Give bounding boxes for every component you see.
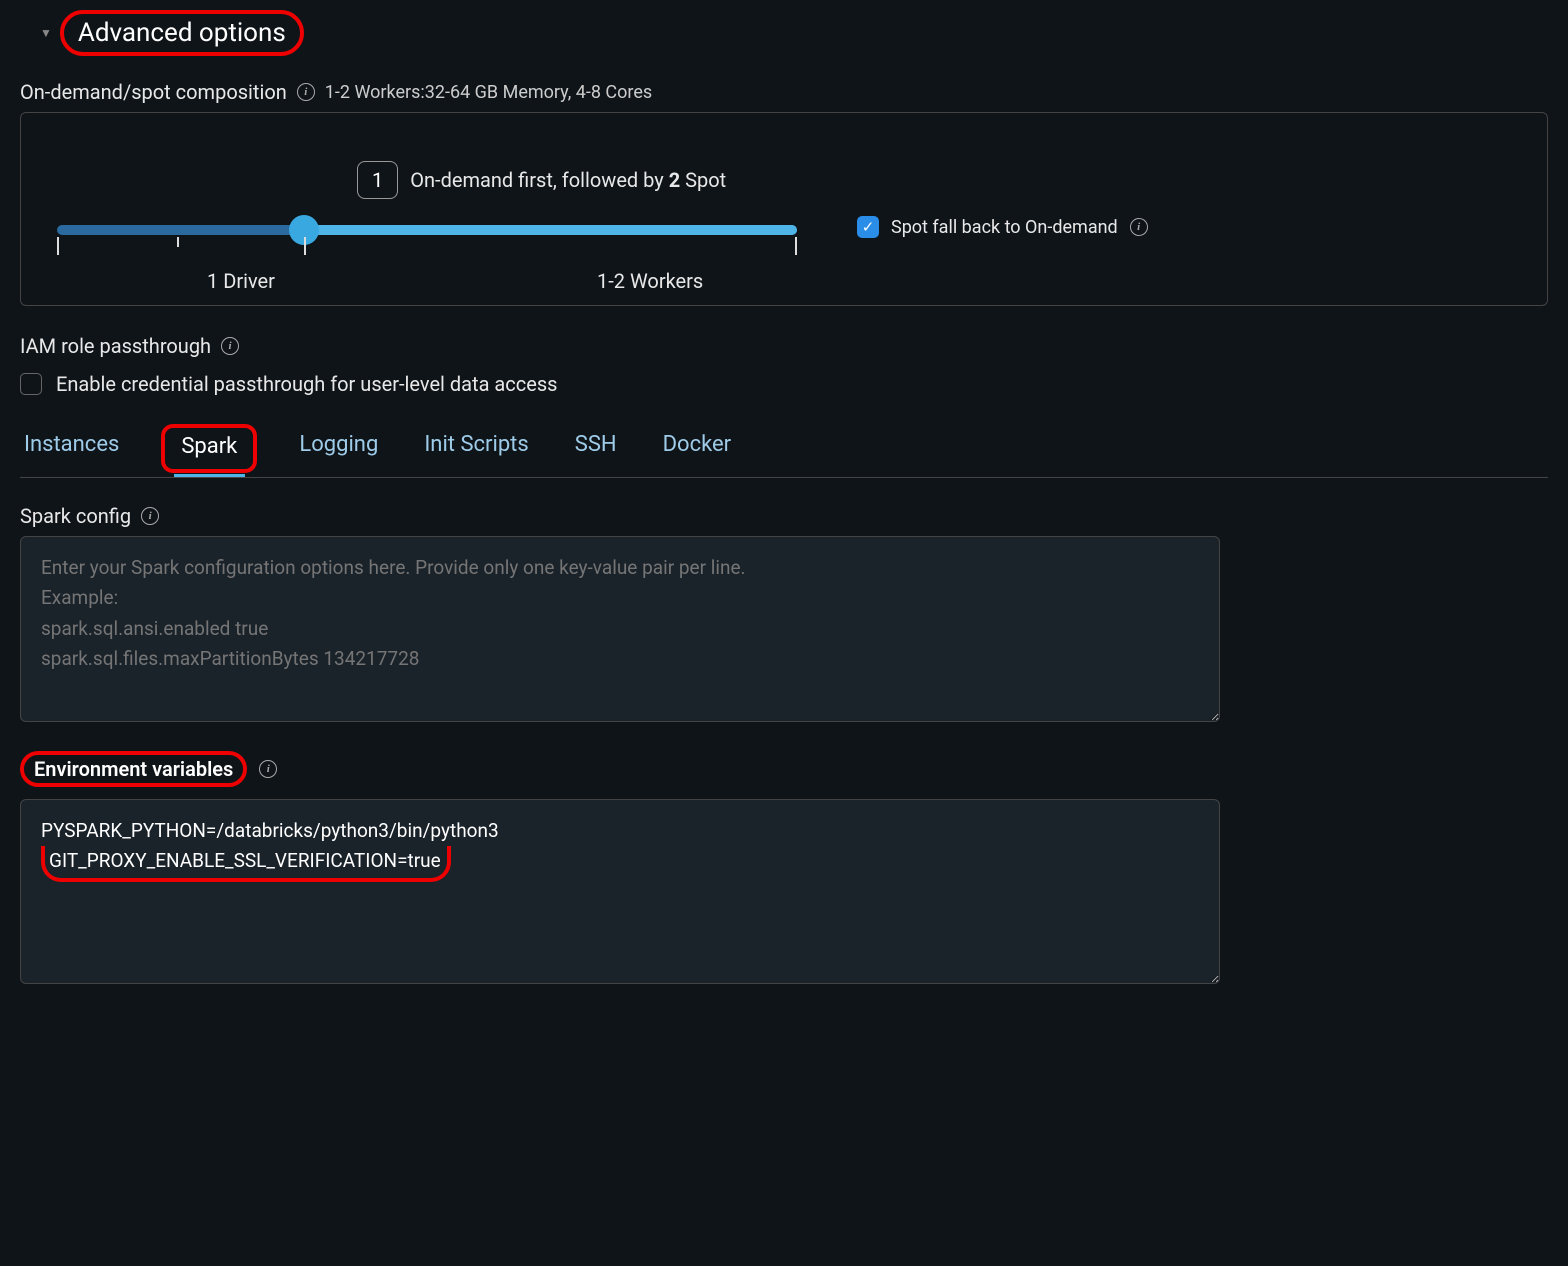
- tooltip-bold: 2: [669, 168, 680, 192]
- spark-config-textarea[interactable]: [20, 536, 1220, 722]
- spot-fallback-row: ✓ Spot fall back to On-demand i: [857, 216, 1148, 238]
- tooltip-prefix: On-demand first, followed by: [410, 168, 668, 192]
- workers-label: 1-2 Workers: [597, 269, 703, 293]
- iam-label-row: IAM role passthrough i: [20, 334, 1548, 358]
- iam-checkbox-row: Enable credential passthrough for user-l…: [20, 372, 1548, 396]
- iam-checkbox-label: Enable credential passthrough for user-l…: [56, 372, 557, 396]
- env-vars-label-row: Environment variables i: [20, 751, 277, 787]
- slider-track[interactable]: [57, 225, 797, 235]
- env-vars-label: Environment variables: [20, 751, 247, 787]
- slider-ticks: [57, 237, 797, 255]
- info-icon[interactable]: i: [221, 337, 239, 355]
- slider-value-box: 1: [357, 161, 398, 199]
- slider-area: 1 Driver 1-2 Workers: [57, 225, 797, 269]
- env-line-1: PYSPARK_PYTHON=/databricks/python3/bin/p…: [41, 816, 1199, 846]
- slider-fill: [297, 225, 797, 235]
- info-icon[interactable]: i: [1130, 218, 1148, 236]
- tab-init-scripts[interactable]: Init Scripts: [420, 424, 532, 477]
- composition-box: 1 On-demand first, followed by 2 Spot 1 …: [20, 112, 1548, 306]
- advanced-options-header[interactable]: ▼ Advanced options: [40, 10, 1548, 56]
- composition-summary: 1-2 Workers:32-64 GB Memory, 4-8 Cores: [325, 82, 652, 103]
- tab-docker[interactable]: Docker: [659, 424, 736, 477]
- slider-value-text: On-demand first, followed by 2 Spot: [410, 168, 726, 192]
- tooltip-suffix: Spot: [680, 168, 726, 192]
- env-highlight: GIT_PROXY_ENABLE_SSL_VERIFICATION=true: [41, 846, 451, 881]
- advanced-options-title: Advanced options: [60, 10, 304, 56]
- info-icon[interactable]: i: [297, 83, 315, 101]
- tab-spark[interactable]: Spark: [161, 424, 257, 473]
- spark-config-section: Spark config i: [20, 504, 1548, 727]
- info-icon[interactable]: i: [141, 507, 159, 525]
- tabs: Instances Spark Logging Init Scripts SSH…: [20, 424, 1548, 478]
- tab-logging[interactable]: Logging: [295, 424, 382, 477]
- env-vars-textarea[interactable]: PYSPARK_PYTHON=/databricks/python3/bin/p…: [20, 799, 1220, 984]
- chevron-down-icon: ▼: [40, 26, 52, 40]
- slider-row: 1 Driver 1-2 Workers ✓ Spot fall back to…: [57, 225, 1511, 269]
- composition-label-row: On-demand/spot composition i 1-2 Workers…: [20, 80, 1548, 104]
- spot-fallback-checkbox[interactable]: ✓: [857, 216, 879, 238]
- spark-config-label: Spark config: [20, 504, 131, 528]
- tab-ssh[interactable]: SSH: [571, 424, 621, 477]
- iam-section: IAM role passthrough i Enable credential…: [20, 334, 1548, 396]
- composition-label: On-demand/spot composition: [20, 80, 287, 104]
- driver-label: 1 Driver: [207, 269, 275, 293]
- iam-checkbox[interactable]: [20, 373, 42, 395]
- info-icon[interactable]: i: [259, 760, 277, 778]
- tab-instances[interactable]: Instances: [20, 424, 123, 477]
- slider-tooltip: 1 On-demand first, followed by 2 Spot: [357, 161, 1511, 199]
- spark-config-label-row: Spark config i: [20, 504, 1548, 528]
- spot-fallback-label: Spot fall back to On-demand: [891, 217, 1118, 238]
- iam-label: IAM role passthrough: [20, 334, 211, 358]
- env-line-2: GIT_PROXY_ENABLE_SSL_VERIFICATION=true: [41, 846, 1199, 881]
